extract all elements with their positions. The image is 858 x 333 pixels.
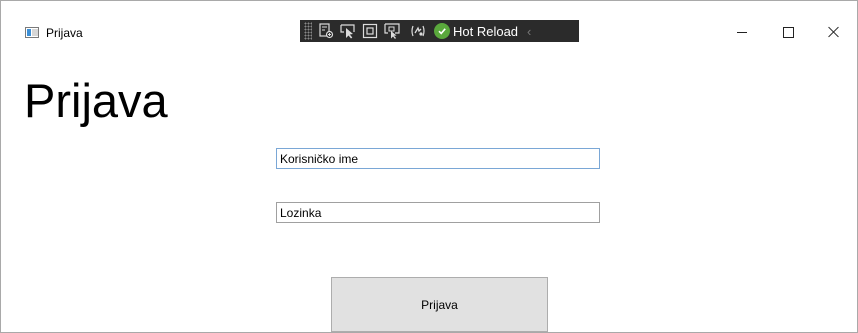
- toolbar-grip[interactable]: [304, 22, 312, 40]
- password-input[interactable]: [276, 202, 600, 223]
- app-icon: [25, 27, 39, 38]
- select-element-icon[interactable]: [340, 23, 356, 39]
- username-input[interactable]: [276, 148, 600, 169]
- window-title: Prijava: [46, 26, 83, 40]
- minimize-icon: [737, 31, 747, 33]
- xaml-debug-toolbar: Hot Reload ‹: [300, 20, 579, 42]
- minimize-button[interactable]: [719, 16, 765, 48]
- chevron-left-icon[interactable]: ‹: [527, 24, 531, 39]
- binding-failures-icon[interactable]: [410, 23, 426, 39]
- track-focus-icon[interactable]: [384, 23, 400, 39]
- display-layout-adorners-icon[interactable]: [362, 23, 378, 39]
- hot-reload-status-icon: [434, 23, 450, 39]
- close-button[interactable]: [811, 16, 857, 48]
- login-button[interactable]: Prijava: [331, 277, 548, 332]
- live-visual-tree-icon[interactable]: [318, 23, 334, 39]
- app-window: Prijava Hot Reload ‹ Prijava Korisničko …: [0, 0, 858, 333]
- maximize-button[interactable]: [765, 16, 811, 48]
- maximize-icon: [782, 26, 794, 38]
- close-icon: [828, 26, 840, 38]
- page-title: Prijava: [24, 74, 168, 127]
- title-bar[interactable]: Prijava Hot Reload ‹: [1, 1, 857, 42]
- hot-reload-label[interactable]: Hot Reload: [453, 24, 518, 39]
